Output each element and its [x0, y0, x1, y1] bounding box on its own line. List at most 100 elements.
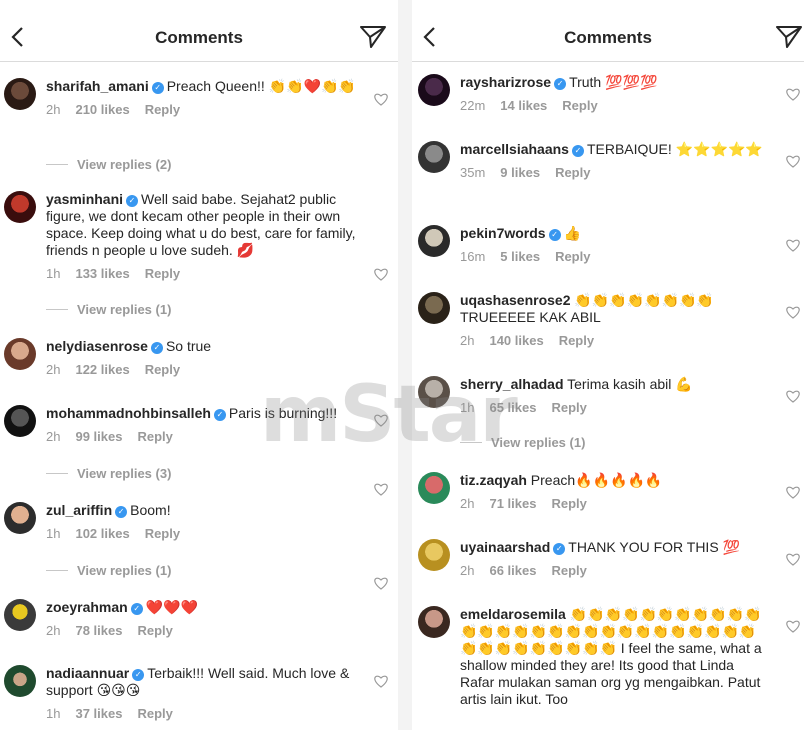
comment-meta: 2h 71 likes Reply [460, 495, 766, 512]
heart-icon[interactable] [786, 155, 800, 168]
heart-icon[interactable] [374, 268, 388, 281]
comment-likes[interactable]: 133 likes [75, 266, 129, 281]
comment-likes[interactable]: 14 likes [500, 98, 547, 113]
reply-button[interactable]: Reply [559, 333, 594, 348]
reply-button[interactable]: Reply [137, 623, 172, 638]
comment-time: 16m [460, 249, 486, 264]
avatar[interactable] [418, 539, 450, 571]
reply-button[interactable]: Reply [551, 496, 586, 511]
heart-icon[interactable] [786, 239, 800, 252]
comment-username[interactable]: uqashasenrose2 [460, 292, 571, 308]
comment-likes[interactable]: 122 likes [75, 362, 129, 377]
comment-likes[interactable]: 102 likes [75, 526, 129, 541]
comment-time: 2h [46, 102, 61, 117]
view-replies-button[interactable]: View replies (1) [460, 435, 585, 450]
comment-username[interactable]: uyainaarshad [460, 539, 550, 555]
header: Comments [412, 0, 804, 62]
heart-icon[interactable] [786, 553, 800, 566]
heart-icon[interactable] [374, 577, 388, 590]
comment-likes[interactable]: 66 likes [489, 563, 536, 578]
avatar[interactable] [4, 338, 36, 370]
comment-meta: 2h 140 likes Reply [460, 332, 766, 349]
heart-icon[interactable] [786, 88, 800, 101]
avatar[interactable] [4, 78, 36, 110]
reply-button[interactable]: Reply [551, 400, 586, 415]
comment-username[interactable]: emeldarosemila [460, 606, 566, 622]
avatar[interactable] [4, 502, 36, 534]
comment-text: 👍 [563, 225, 582, 241]
avatar[interactable] [418, 376, 450, 408]
comment-time: 2h [460, 333, 475, 348]
heart-icon[interactable] [374, 414, 388, 427]
avatar[interactable] [4, 405, 36, 437]
direct-send-icon[interactable] [360, 25, 386, 49]
view-replies-button[interactable]: View replies (1) [46, 563, 171, 578]
heart-icon[interactable] [374, 675, 388, 688]
comment-likes[interactable]: 99 likes [75, 429, 122, 444]
heart-icon[interactable] [374, 93, 388, 106]
comment-likes[interactable]: 37 likes [75, 706, 122, 721]
view-replies-button[interactable]: View replies (2) [46, 157, 171, 172]
comment-likes[interactable]: 140 likes [489, 333, 543, 348]
comment-text: ❤️❤️❤️ [145, 599, 198, 615]
comment-username[interactable]: yasminhani [46, 191, 123, 207]
avatar[interactable] [418, 74, 450, 106]
avatar[interactable] [418, 606, 450, 638]
comment-likes[interactable]: 71 likes [489, 496, 536, 511]
comment-likes[interactable]: 210 likes [75, 102, 129, 117]
avatar[interactable] [4, 191, 36, 223]
page-title: Comments [564, 28, 652, 47]
reply-button[interactable]: Reply [555, 165, 590, 180]
comment-likes[interactable]: 65 likes [489, 400, 536, 415]
comment-text: So true [165, 338, 212, 354]
view-replies-button[interactable]: View replies (1) [46, 302, 171, 317]
comment-username[interactable]: pekin7words [460, 225, 546, 241]
comment-username[interactable]: nelydiasenrose [46, 338, 148, 354]
comment-meta: 16m 5 likes Reply [460, 248, 766, 265]
comment-username[interactable]: sharifah_amani [46, 78, 149, 94]
comment-time: 2h [46, 362, 61, 377]
avatar[interactable] [418, 292, 450, 324]
verified-badge-icon: ✓ [151, 82, 164, 94]
comment-username[interactable]: nadiaannuar [46, 665, 129, 681]
comment-meta: 1h 102 likes Reply [46, 525, 360, 542]
reply-button[interactable]: Reply [145, 266, 180, 281]
avatar[interactable] [418, 225, 450, 257]
comment-username[interactable]: tiz.zaqyah [460, 472, 527, 488]
heart-icon[interactable] [786, 486, 800, 499]
reply-button[interactable]: Reply [555, 249, 590, 264]
view-replies-button[interactable]: View replies (3) [46, 466, 171, 481]
comment-username[interactable]: sherry_alhadad [460, 376, 564, 392]
page-title: Comments [155, 28, 243, 47]
comment-likes[interactable]: 78 likes [75, 623, 122, 638]
comment-time: 22m [460, 98, 486, 113]
comment-username[interactable]: marcellsiahaans [460, 141, 569, 157]
verified-badge-icon: ✓ [115, 506, 128, 518]
reply-button[interactable]: Reply [145, 362, 180, 377]
comment-time: 35m [460, 165, 486, 180]
reply-button[interactable]: Reply [551, 563, 586, 578]
avatar[interactable] [418, 472, 450, 504]
comment-username[interactable]: mohammadnohbinsalleh [46, 405, 211, 421]
heart-icon[interactable] [374, 483, 388, 496]
reply-button[interactable]: Reply [145, 102, 180, 117]
heart-icon[interactable] [786, 306, 800, 319]
comment-username[interactable]: zoeyrahman [46, 599, 128, 615]
reply-button[interactable]: Reply [562, 98, 597, 113]
direct-send-icon[interactable] [776, 25, 802, 49]
heart-icon[interactable] [786, 620, 800, 633]
comment-likes[interactable]: 5 likes [500, 249, 540, 264]
reply-button[interactable]: Reply [137, 429, 172, 444]
avatar[interactable] [4, 599, 36, 631]
avatar[interactable] [418, 141, 450, 173]
avatar[interactable] [4, 665, 36, 697]
reply-button[interactable]: Reply [145, 526, 180, 541]
reply-button[interactable]: Reply [137, 706, 172, 721]
comments-screen-left: Comments sharifah_amani ✓ Preach Queen!! 👏… [0, 0, 398, 730]
comment-meta: 1h 133 likes Reply [46, 265, 360, 282]
verified-badge-icon: ✓ [132, 669, 145, 681]
comment-username[interactable]: raysharizrose [460, 74, 551, 90]
comment-username[interactable]: zul_ariffin [46, 502, 112, 518]
heart-icon[interactable] [786, 390, 800, 403]
comment-likes[interactable]: 9 likes [500, 165, 540, 180]
